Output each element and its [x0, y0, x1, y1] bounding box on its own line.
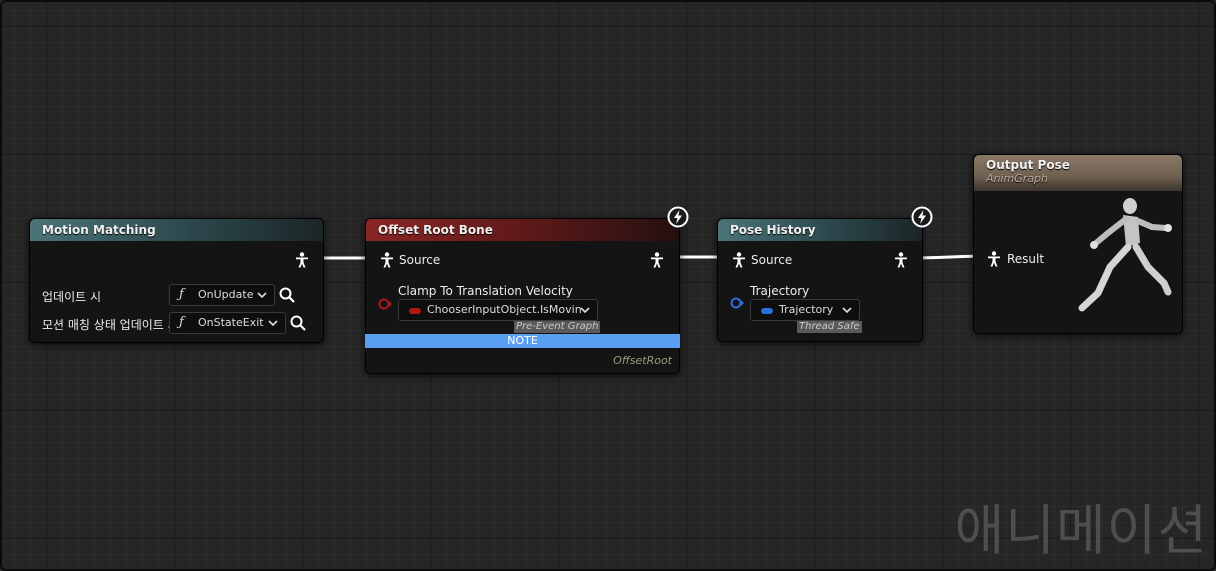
struct-input-pin-icon[interactable]: [730, 295, 744, 311]
source-label: Source: [751, 253, 793, 267]
pose-output-pin[interactable]: [650, 252, 664, 268]
offset-root-footer: OffsetRoot: [613, 354, 672, 367]
mannequin-preview-icon: [1078, 198, 1172, 312]
animation-watermark: 애니메이션: [954, 499, 1208, 562]
on-state-exit-label: 모션 매칭 상태 업데이트 시: [42, 318, 179, 332]
trajectory-binding-value: Trajectory: [779, 303, 834, 316]
person-icon: [733, 252, 745, 268]
thread-safe-tag: Thread Safe: [797, 321, 862, 333]
chevron-down-icon: [842, 307, 852, 314]
person-icon: [296, 252, 308, 268]
chevron-down-icon: [257, 292, 267, 299]
on-state-exit-function-select[interactable]: ƒ OnStateExit: [169, 312, 286, 334]
thread-safe-text: Thread Safe: [799, 321, 860, 332]
pose-history-title[interactable]: Pose History: [718, 219, 922, 241]
output-pose-node[interactable]: Output Pose AnimGraph Result: [973, 154, 1183, 334]
on-update-function-value: OnUpdate: [198, 288, 254, 301]
output-pose-header[interactable]: Output Pose AnimGraph: [974, 155, 1182, 191]
search-icon[interactable]: [279, 287, 295, 303]
chevron-down-icon: [580, 307, 590, 314]
output-pose-subtitle: AnimGraph: [986, 172, 1049, 185]
pose-output-pin[interactable]: [295, 252, 309, 268]
chevron-down-icon: [268, 320, 278, 327]
motion-matching-title[interactable]: Motion Matching: [30, 219, 323, 241]
note-bar[interactable]: NOTE: [365, 334, 680, 348]
struct-type-swatch: [761, 308, 773, 314]
pose-output-pin[interactable]: [894, 252, 908, 268]
source-label: Source: [399, 253, 441, 267]
person-icon: [651, 252, 663, 268]
person-icon: [381, 252, 393, 268]
on-update-label: 업데이트 시: [42, 290, 102, 304]
search-icon[interactable]: [290, 315, 306, 331]
function-icon: ƒ: [179, 315, 184, 330]
clamp-velocity-label: Clamp To Translation Velocity: [398, 284, 573, 298]
source-input-pin[interactable]: [380, 252, 394, 268]
on-state-exit-function-value: OnStateExit: [198, 316, 264, 329]
pose-history-node[interactable]: Pose History Source Trajectory Trajector…: [717, 218, 923, 342]
lightning-icon: [667, 206, 689, 228]
function-icon: ƒ: [179, 287, 184, 302]
on-update-function-select[interactable]: ƒ OnUpdate: [169, 284, 275, 306]
bool-input-pin-icon[interactable]: [378, 296, 392, 312]
clamp-velocity-binding-select[interactable]: ChooserInputObject.IsMovin: [398, 299, 598, 321]
motion-matching-node[interactable]: Motion Matching 업데이트 시 ƒ OnUpdate 모션 매칭 …: [29, 218, 324, 343]
offset-root-bone-node[interactable]: Offset Root Bone Source Clamp To Transla…: [365, 218, 680, 374]
clamp-velocity-binding-value: ChooserInputObject.IsMovin: [427, 303, 582, 316]
result-label: Result: [1007, 252, 1045, 266]
trajectory-label: Trajectory: [750, 284, 810, 298]
person-icon: [895, 252, 907, 268]
lightning-icon: [911, 206, 933, 228]
source-input-pin[interactable]: [732, 252, 746, 268]
result-input-pin[interactable]: [987, 251, 1001, 267]
bool-type-swatch: [409, 308, 421, 314]
offset-root-bone-title[interactable]: Offset Root Bone: [366, 219, 679, 241]
pre-event-graph-tag: Pre-Event Graph: [514, 321, 601, 333]
pre-event-graph-text: Pre-Event Graph: [516, 321, 599, 332]
trajectory-binding-select[interactable]: Trajectory: [750, 299, 860, 321]
person-icon: [988, 251, 1000, 267]
output-pose-title: Output Pose: [986, 158, 1070, 172]
